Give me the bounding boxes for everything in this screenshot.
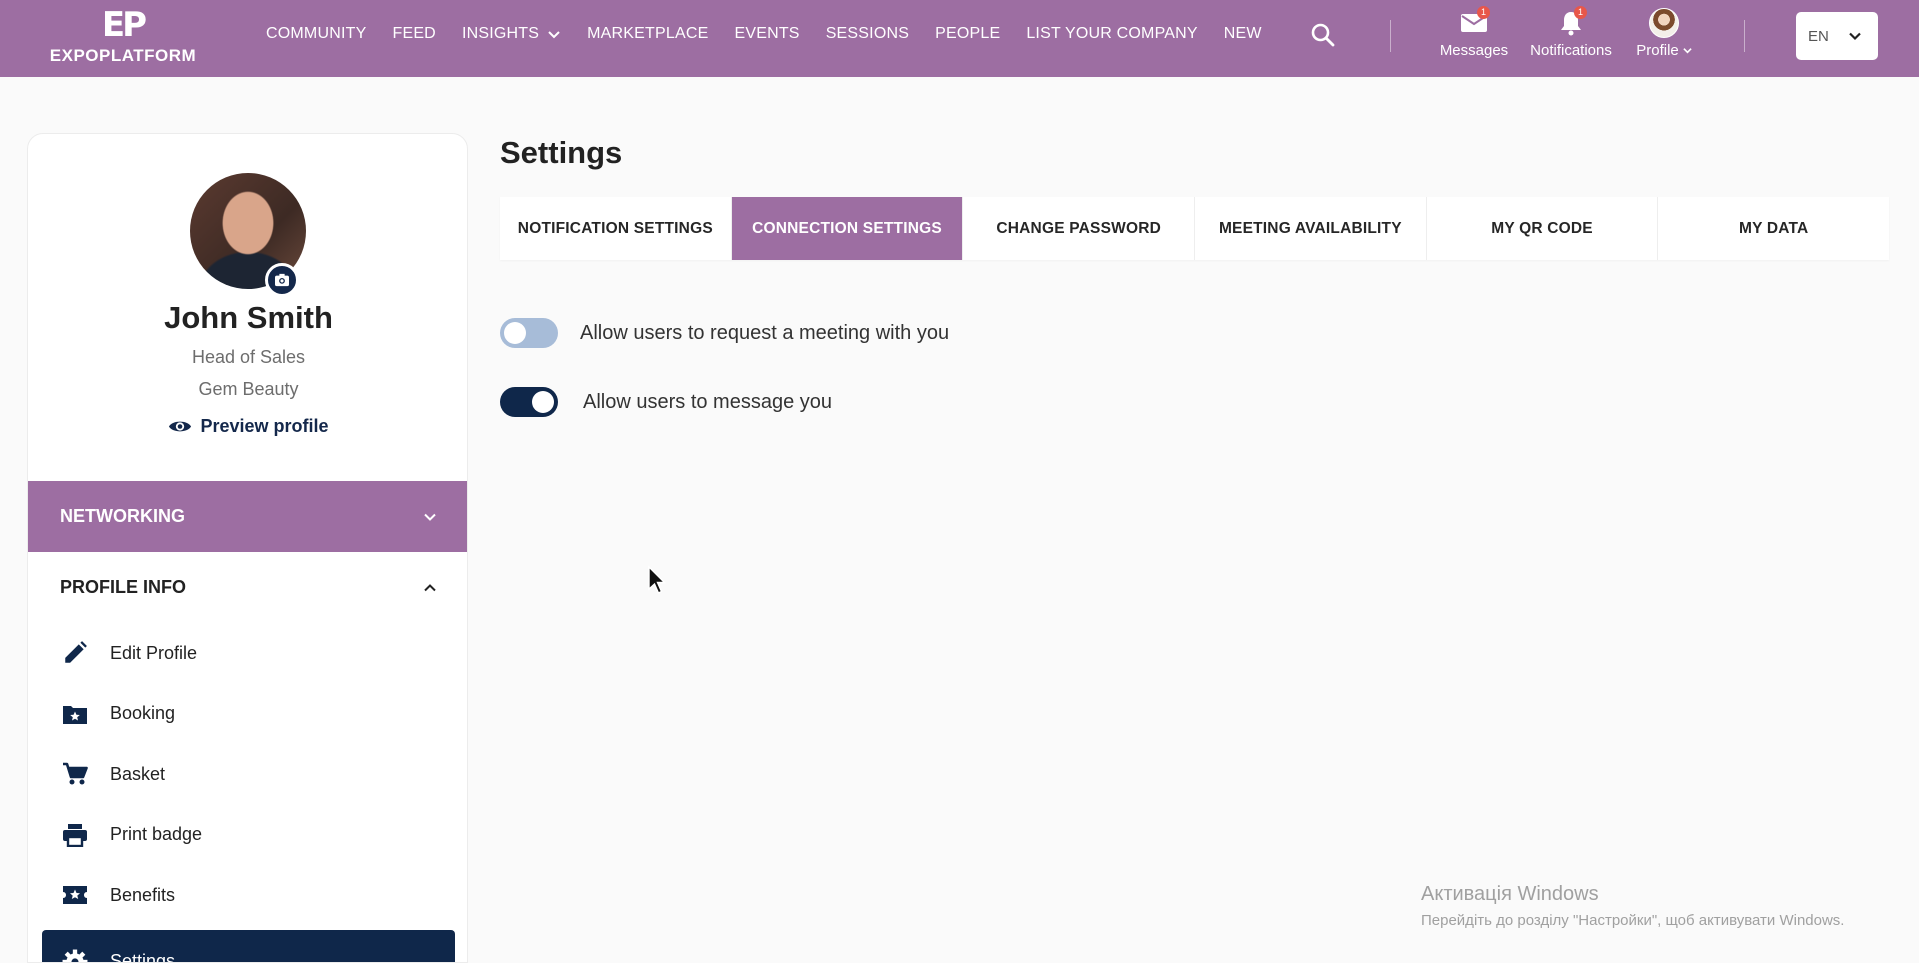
search-icon[interactable]: [1310, 22, 1336, 48]
tab-my-qr-code[interactable]: MY QR CODE: [1427, 197, 1659, 260]
sidebar-item-booking[interactable]: Booking: [28, 684, 468, 745]
profile-label: Profile: [1636, 42, 1679, 59]
divider: [1744, 20, 1745, 52]
nav-label: INSIGHTS: [462, 25, 539, 43]
networking-label: NETWORKING: [60, 506, 185, 527]
ticket-star-icon: [60, 880, 90, 910]
chevron-down-icon: [1683, 46, 1692, 55]
expoplatform-logo[interactable]: EP EXPOPLATFORM: [42, 8, 204, 68]
tab-meeting-availability[interactable]: MEETING AVAILABILITY: [1195, 197, 1427, 260]
chevron-up-icon: [423, 581, 437, 595]
avatar: [1649, 8, 1679, 38]
sidebar-item-print-badge[interactable]: Print badge: [28, 805, 468, 866]
preview-profile-link[interactable]: Preview profile: [28, 416, 468, 437]
nav-feed[interactable]: FEED: [392, 25, 435, 43]
message-label: Allow users to message you: [583, 391, 832, 414]
profile-info-menu: Edit Profile Booking Basket Print badge …: [28, 623, 468, 963]
sidebar-item-edit-profile[interactable]: Edit Profile: [28, 623, 468, 684]
divider: [1390, 20, 1391, 52]
windows-activation-watermark: Активація Windows Перейдіть до розділу "…: [1421, 883, 1844, 929]
mail-icon: 1: [1458, 8, 1490, 38]
logo-text: EXPOPLATFORM: [42, 46, 204, 66]
mouse-cursor-icon: [647, 565, 667, 595]
printer-icon: [60, 820, 90, 850]
nav-people[interactable]: PEOPLE: [935, 25, 1000, 43]
nav-label: EVENTS: [734, 25, 799, 43]
notifications-button[interactable]: 1 Notifications: [1525, 8, 1617, 68]
notifications-label: Notifications: [1530, 42, 1612, 59]
watermark-line2: Перейдіть до розділу "Настройки", щоб ак…: [1421, 912, 1844, 929]
messages-label: Messages: [1440, 42, 1508, 59]
networking-section-toggle[interactable]: NETWORKING: [28, 481, 468, 552]
meeting-request-label: Allow users to request a meeting with yo…: [580, 322, 949, 345]
profile-menu-button[interactable]: Profile: [1632, 8, 1696, 68]
language-select[interactable]: EN: [1796, 12, 1878, 60]
sidebar-item-settings[interactable]: Settings: [42, 930, 455, 963]
bell-icon: 1: [1555, 8, 1587, 38]
nav-label: PEOPLE: [935, 25, 1000, 43]
camera-icon[interactable]: [265, 263, 299, 297]
nav-label: NEW: [1224, 25, 1262, 43]
nav-label: SESSIONS: [826, 25, 909, 43]
nav-list-your-company[interactable]: LIST YOUR COMPANY: [1026, 25, 1197, 43]
toggle-knob: [532, 391, 554, 413]
nav-events[interactable]: EVENTS: [734, 25, 799, 43]
top-navigation-bar: EP EXPOPLATFORM COMMUNITY FEED INSIGHTS …: [0, 0, 1919, 77]
logo-mark: EP: [42, 8, 204, 42]
messages-badge: 1: [1477, 6, 1490, 19]
chevron-down-icon: [547, 27, 561, 41]
nav-insights[interactable]: INSIGHTS: [462, 25, 561, 43]
nav-label: COMMUNITY: [266, 25, 366, 43]
tab-change-password[interactable]: CHANGE PASSWORD: [963, 197, 1195, 260]
message-toggle[interactable]: [500, 387, 558, 417]
language-value: EN: [1808, 28, 1829, 45]
nav-label: FEED: [392, 25, 435, 43]
page-title: Settings: [500, 135, 622, 171]
messages-button[interactable]: 1 Messages: [1437, 8, 1511, 68]
settings-tabs: NOTIFICATION SETTINGS CONNECTION SETTING…: [500, 197, 1889, 260]
message-setting: Allow users to message you: [500, 387, 832, 417]
profile-company: Gem Beauty: [28, 379, 468, 400]
main-nav: COMMUNITY FEED INSIGHTS MARKETPLACE EVEN…: [266, 0, 1262, 68]
gear-icon: [60, 947, 90, 963]
sidebar-item-label: Print badge: [110, 824, 202, 845]
sidebar-item-label: Edit Profile: [110, 643, 197, 664]
profile-info-label: PROFILE INFO: [60, 577, 186, 598]
tab-my-data[interactable]: MY DATA: [1658, 197, 1889, 260]
profile-role: Head of Sales: [28, 347, 468, 368]
tab-connection-settings[interactable]: CONNECTION SETTINGS: [732, 197, 964, 260]
nav-label: MARKETPLACE: [587, 25, 708, 43]
profile-sidebar: John Smith Head of Sales Gem Beauty Prev…: [27, 133, 468, 963]
pencil-icon: [60, 638, 90, 668]
toggle-knob: [504, 322, 526, 344]
watermark-line1: Активація Windows: [1421, 883, 1844, 906]
eye-icon: [168, 418, 192, 435]
chevron-down-icon: [1848, 29, 1862, 43]
sidebar-item-label: Basket: [110, 764, 165, 785]
sidebar-item-label: Benefits: [110, 885, 175, 906]
notifications-badge: 1: [1574, 6, 1587, 19]
meeting-request-toggle[interactable]: [500, 318, 558, 348]
folder-star-icon: [60, 699, 90, 729]
nav-label: LIST YOUR COMPANY: [1026, 25, 1197, 43]
nav-marketplace[interactable]: MARKETPLACE: [587, 25, 708, 43]
cart-icon: [60, 759, 90, 789]
nav-community[interactable]: COMMUNITY: [266, 25, 366, 43]
meeting-request-setting: Allow users to request a meeting with yo…: [500, 318, 949, 348]
profile-info-section-toggle[interactable]: PROFILE INFO: [28, 552, 468, 623]
profile-name: John Smith: [28, 300, 468, 336]
chevron-down-icon: [423, 510, 437, 524]
nav-new[interactable]: NEW: [1224, 25, 1262, 43]
sidebar-item-label: Booking: [110, 703, 175, 724]
sidebar-item-benefits[interactable]: Benefits: [28, 865, 468, 926]
nav-sessions[interactable]: SESSIONS: [826, 25, 909, 43]
tab-notification-settings[interactable]: NOTIFICATION SETTINGS: [500, 197, 732, 260]
sidebar-item-basket[interactable]: Basket: [28, 744, 468, 805]
preview-profile-label: Preview profile: [200, 416, 328, 437]
sidebar-item-label: Settings: [110, 951, 175, 963]
